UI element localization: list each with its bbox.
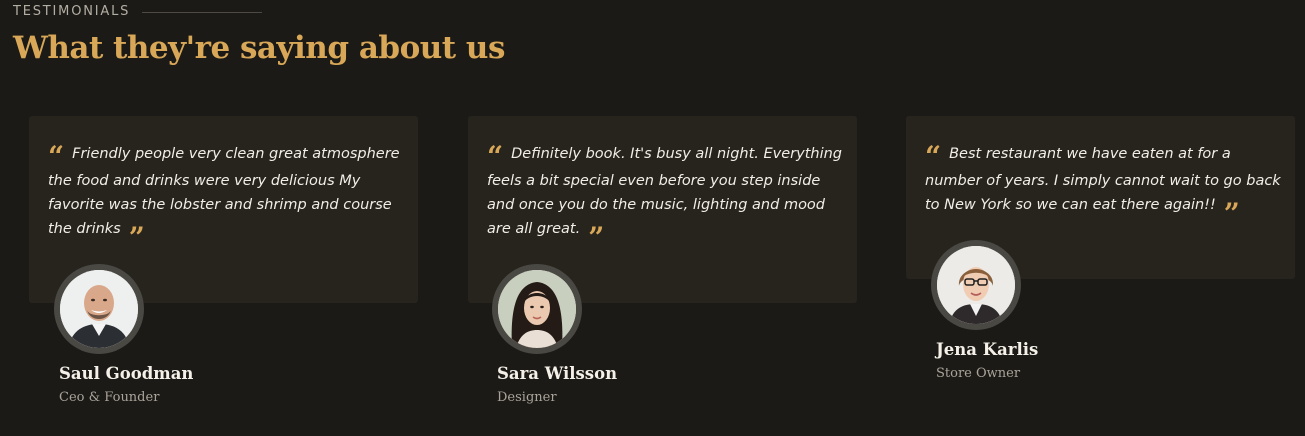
person-name: Jena Karlis — [936, 340, 1039, 359]
close-quote-icon: ” — [1223, 197, 1240, 230]
testimonial-quote: “Definitely book. It's busy all night. E… — [487, 140, 843, 252]
open-quote-icon: “ — [48, 140, 65, 173]
person-name: Sara Wilsson — [497, 364, 618, 383]
person-role: Store Owner — [936, 366, 1021, 381]
person-role: Ceo & Founder — [59, 390, 160, 405]
avatar — [492, 264, 582, 354]
portrait-woman-glasses-icon — [937, 246, 1015, 324]
close-quote-icon: ” — [588, 221, 605, 254]
quote-text: Definitely book. It's busy all night. Ev… — [487, 146, 842, 237]
open-quote-icon: “ — [925, 140, 942, 173]
eyebrow-label: TESTIMONIALS — [13, 4, 131, 19]
avatar — [54, 264, 144, 354]
avatar — [931, 240, 1021, 330]
person-role: Designer — [497, 390, 557, 405]
open-quote-icon: “ — [487, 140, 504, 173]
testimonial-quote: “Friendly people very clean great atmosp… — [48, 140, 404, 252]
portrait-woman-dark-hair-icon — [498, 270, 576, 348]
section-title: What they're saying about us — [13, 30, 505, 66]
testimonial-quote: “Best restaurant we have eaten at for a … — [925, 140, 1281, 228]
eyebrow-divider — [142, 12, 263, 13]
person-name: Saul Goodman — [59, 364, 194, 383]
quote-text: Friendly people very clean great atmosph… — [48, 146, 400, 237]
section-eyebrow: TESTIMONIALS — [13, 4, 263, 19]
close-quote-icon: ” — [128, 221, 145, 254]
portrait-bald-man-icon — [60, 270, 138, 348]
